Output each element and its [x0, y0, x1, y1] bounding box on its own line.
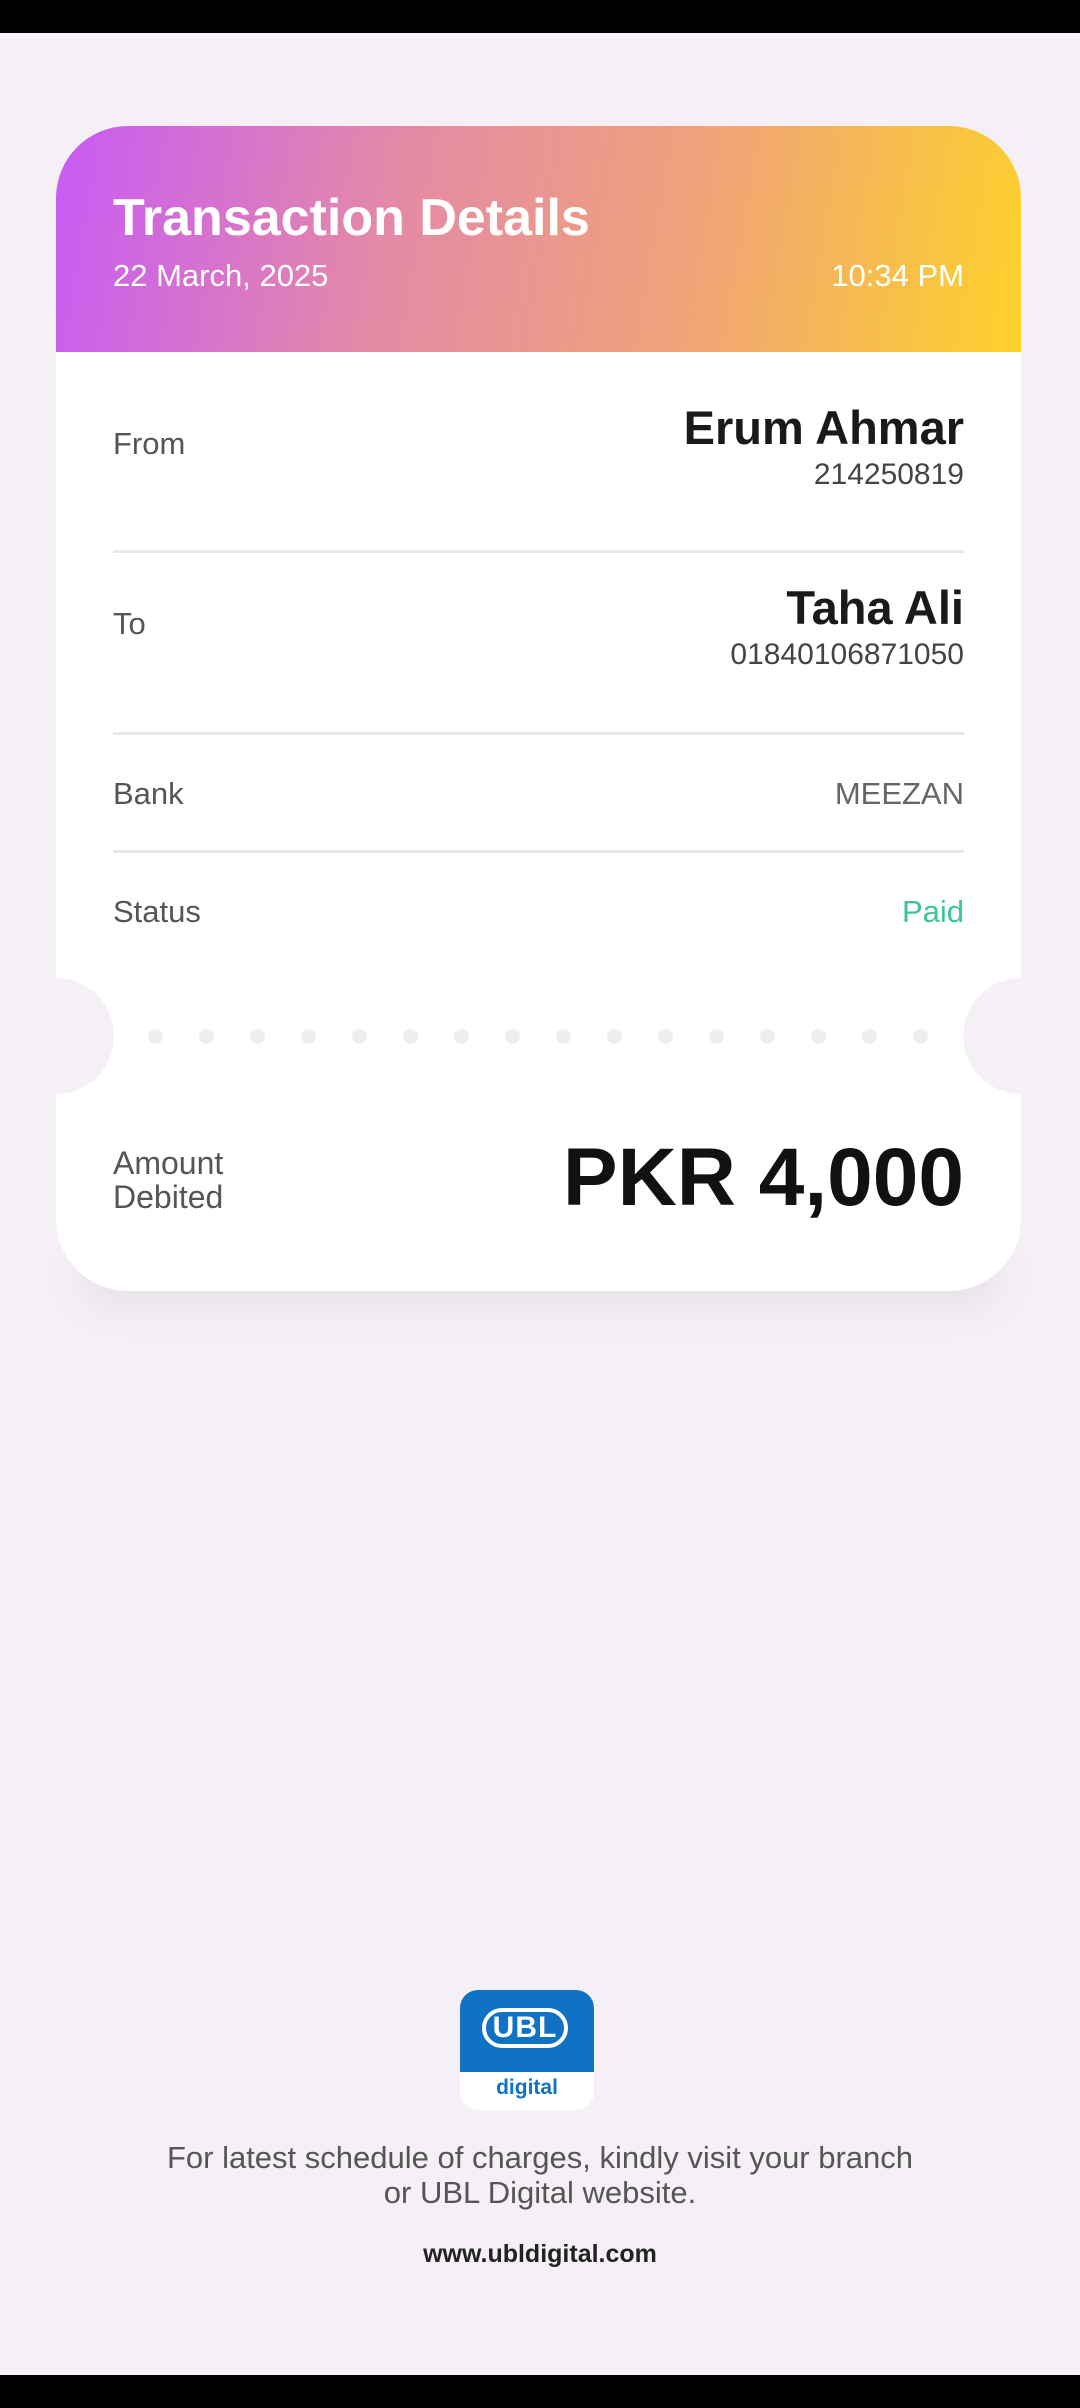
status-label: Status: [113, 894, 201, 929]
navigation-bar: [0, 2375, 1080, 2408]
perforation-dot: [556, 1029, 571, 1044]
divider: [113, 850, 964, 853]
to-account: 01840106871050: [730, 638, 964, 671]
logo-wordmark: UBL: [482, 2008, 568, 2048]
footer-note-line1: For latest schedule of charges, kindly v…: [166, 2140, 914, 2175]
bank-label: Bank: [113, 776, 184, 811]
perforation-dot: [607, 1029, 622, 1044]
bank-value: MEEZAN: [834, 776, 964, 811]
perforation-dot: [148, 1029, 163, 1044]
divider: [113, 732, 964, 735]
perforation-dot: [301, 1029, 316, 1044]
perforation-dot: [658, 1029, 673, 1044]
perforation-dot: [505, 1029, 520, 1044]
ubl-digital-logo: UBL digital: [460, 1990, 594, 2110]
ticket-notch-right: [963, 978, 1021, 1094]
to-label: To: [113, 606, 146, 641]
perforation-dot: [250, 1029, 265, 1044]
divider: [113, 550, 964, 553]
transaction-card: Transaction Details 22 March, 2025 10:34…: [56, 126, 1021, 1291]
to-name: Taha Ali: [786, 581, 964, 634]
logo-subtext: digital: [496, 2076, 558, 2099]
status-badge: Paid: [901, 894, 964, 929]
perforation-dot: [760, 1029, 775, 1044]
amount-label-line1: Amount: [113, 1145, 224, 1181]
perforation-dot: [913, 1029, 928, 1044]
perforation-dot: [709, 1029, 724, 1044]
status-bar: [0, 0, 1080, 33]
card-header: Transaction Details 22 March, 2025 10:34…: [56, 126, 1021, 352]
from-row: From Erum Ahmar 214250819: [113, 401, 964, 491]
website-link[interactable]: www.ubldigital.com: [80, 2240, 1000, 2269]
footer-note-line2: or UBL Digital website.: [383, 2175, 697, 2210]
status-row: Status Paid: [113, 894, 964, 934]
perforation-dot: [199, 1029, 214, 1044]
perforation-dot: [403, 1029, 418, 1044]
perforation-dot: [811, 1029, 826, 1044]
footer-note: For latest schedule of charges, kindly v…: [80, 2140, 1000, 2210]
ticket-notch-left: [56, 978, 114, 1094]
perforation-dot: [352, 1029, 367, 1044]
amount-value: PKR 4,000: [562, 1132, 964, 1223]
perforation-dot: [862, 1029, 877, 1044]
from-account: 214250819: [813, 458, 964, 491]
perforation-dot: [454, 1029, 469, 1044]
from-name: Erum Ahmar: [683, 401, 964, 454]
from-label: From: [113, 426, 186, 461]
to-row: To Taha Ali 01840106871050: [113, 581, 964, 671]
amount-label-line2: Debited: [113, 1179, 224, 1215]
bank-row: Bank MEEZAN: [113, 776, 964, 816]
page-title: Transaction Details: [113, 189, 590, 247]
transaction-time: 10:34 PM: [831, 258, 964, 293]
transaction-date: 22 March, 2025: [113, 258, 329, 293]
amount-label: Amount Debited: [113, 1146, 223, 1214]
